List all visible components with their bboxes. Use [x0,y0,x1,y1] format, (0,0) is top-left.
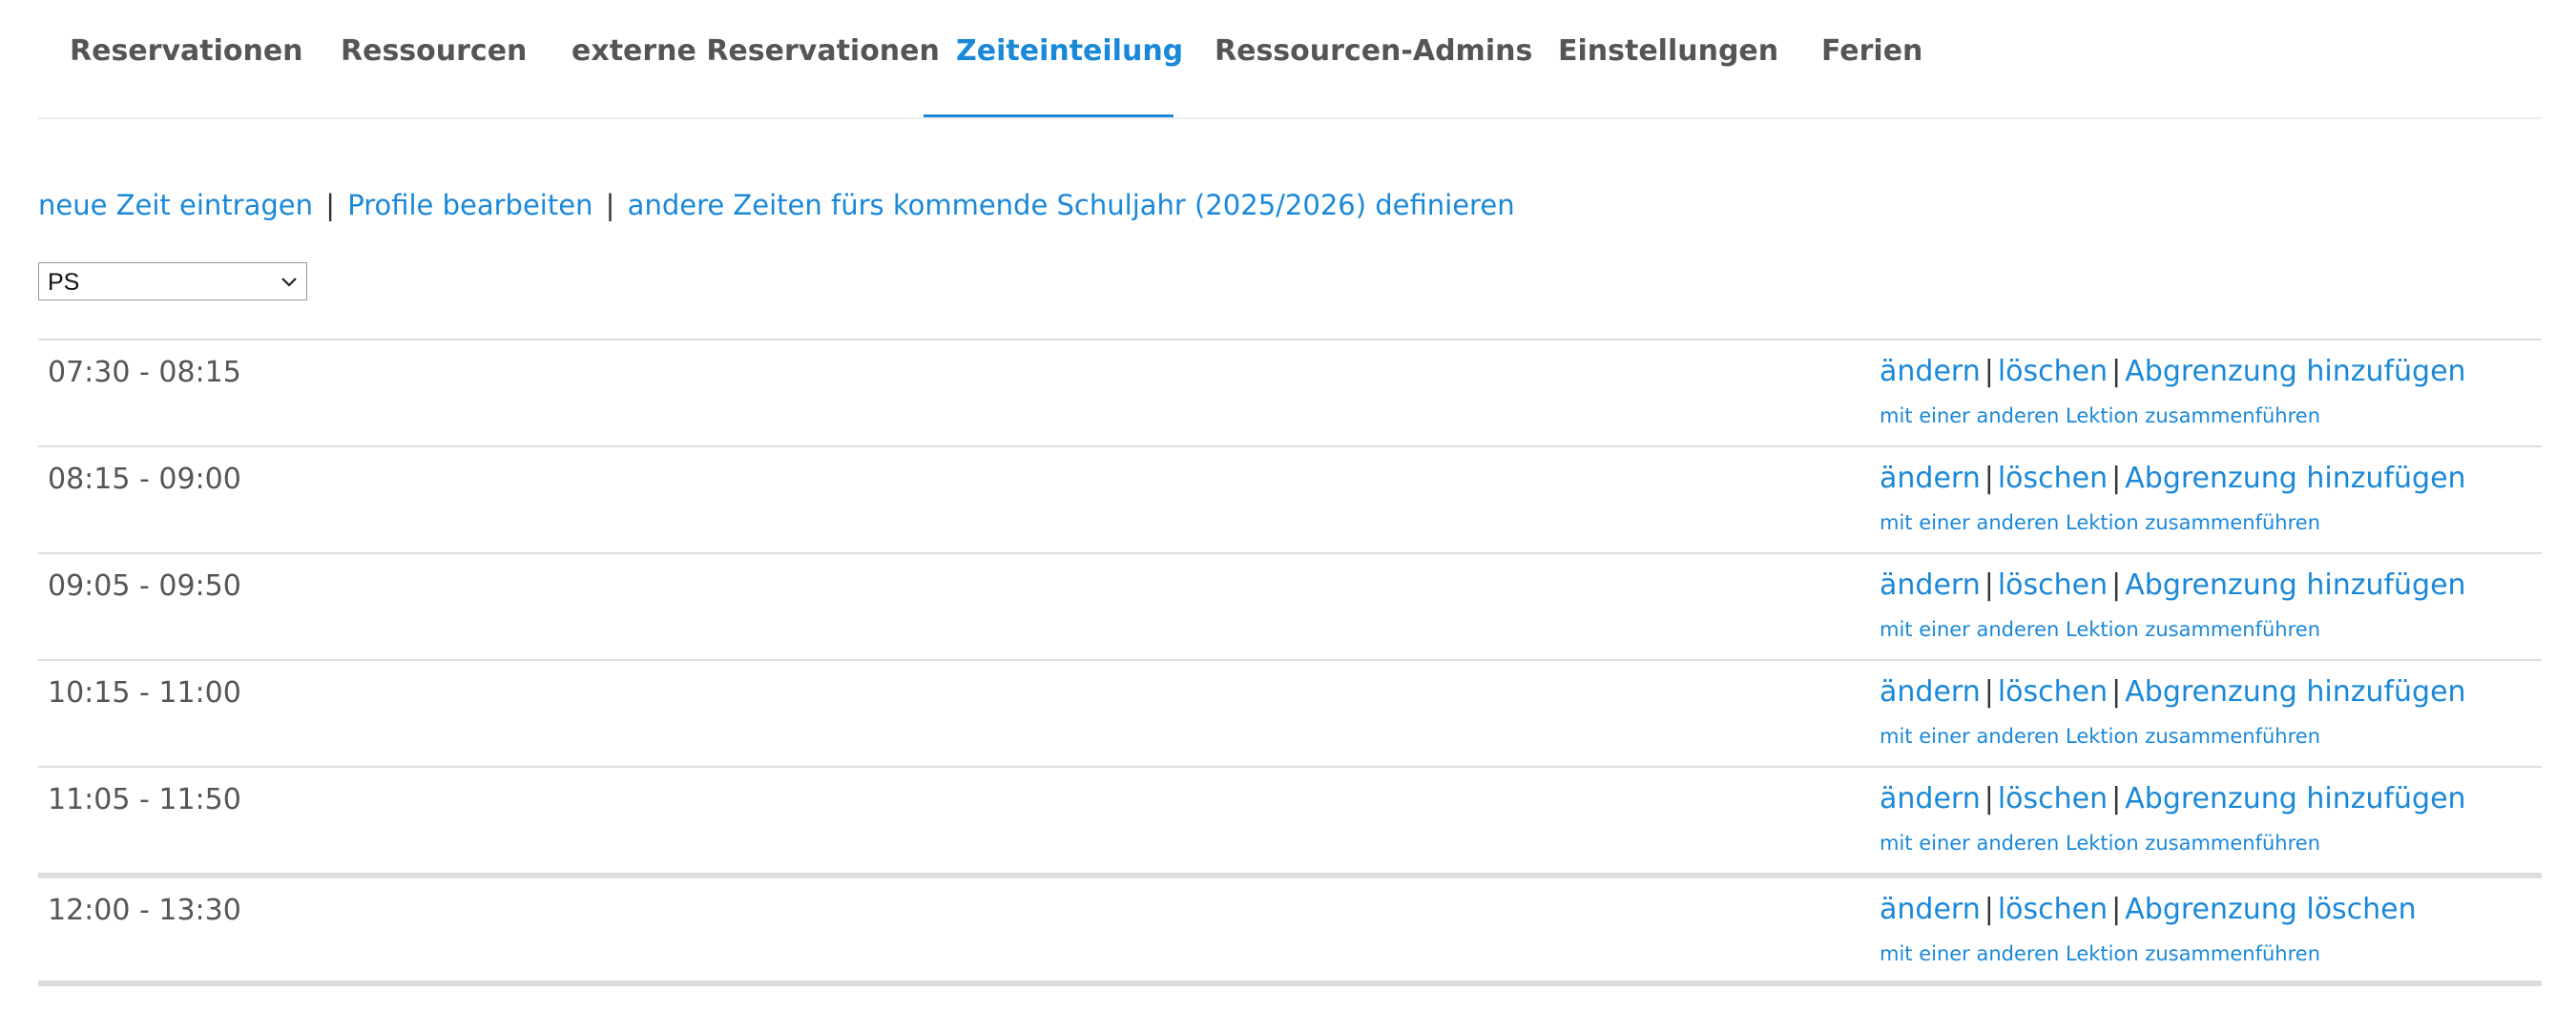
time-slot-row: 09:05 - 09:50 ändern | löschen | Abgrenzung … [38,552,2542,659]
tab-zeiteinteilung[interactable]: Zeiteinteilung [956,34,1183,68]
tab-externe-reservationen[interactable]: externe Reservationen [571,34,940,68]
row-actions: ändern | löschen | Abgrenzung hinzufügen [1880,355,2466,388]
separator: | [1984,893,1994,926]
time-slot-range: 12:00 - 13:30 [48,894,241,927]
row-actions: ändern | löschen | Abgrenzung hinzufügen [1880,462,2466,495]
merge-lesson-link[interactable]: mit einer anderen Lektion zusammenführen [1880,511,2320,534]
separator: | [1984,675,1994,709]
time-slot-range: 07:30 - 08:15 [48,356,241,389]
boundary-link[interactable]: Abgrenzung hinzufügen [2125,355,2465,388]
time-slot-range: 11:05 - 11:50 [48,783,241,816]
delete-link[interactable]: löschen [1998,893,2108,926]
separator: | [1984,782,1994,815]
boundary-delete-link[interactable]: Abgrenzung löschen [2125,893,2416,926]
tab-einstellungen[interactable]: Einstellungen [1558,34,1778,68]
active-tab-indicator [924,114,1174,117]
separator: | [2111,893,2122,926]
edit-link[interactable]: ändern [1880,893,1981,926]
profile-select-value: PS [48,269,80,296]
profile-select[interactable]: PS [38,262,307,300]
separator: | [2111,355,2122,388]
time-slot-range: 09:05 - 09:50 [48,569,241,603]
delete-link[interactable]: löschen [1998,355,2108,388]
merge-lesson-link[interactable]: mit einer anderen Lektion zusammenführen [1880,404,2320,427]
row-actions: ändern | löschen | Abgrenzung hinzufügen [1880,568,2466,602]
separator: | [605,189,615,221]
separator: | [2111,675,2122,709]
separator: | [2111,462,2122,495]
merge-lesson-link[interactable]: mit einer anderen Lektion zusammenführen [1880,832,2320,855]
delete-link[interactable]: löschen [1998,462,2108,495]
delete-link[interactable]: löschen [1998,568,2108,602]
separator: | [2111,782,2122,815]
time-slot-list: 07:30 - 08:15 ändern | löschen | Abgrenzung … [38,339,2542,986]
row-actions: ändern | löschen | Abgrenzung löschen [1880,893,2417,926]
time-slot-row: 11:05 - 11:50 ändern | löschen | Abgrenzung … [38,766,2542,873]
merge-lesson-link[interactable]: mit einer anderen Lektion zusammenführen [1880,942,2320,965]
delete-link[interactable]: löschen [1998,675,2108,709]
separator: | [2111,568,2122,602]
next-school-year-link[interactable]: andere Zeiten fürs kommende Schuljahr (2… [628,189,1515,221]
boundary-link[interactable]: Abgrenzung hinzufügen [2125,568,2465,602]
tab-ressourcen[interactable]: Ressourcen [341,34,527,68]
row-actions: ändern | löschen | Abgrenzung hinzufügen [1880,675,2466,709]
merge-lesson-link[interactable]: mit einer anderen Lektion zusammenführen [1880,725,2320,748]
chevron-down-icon [281,278,297,287]
time-slot-range: 08:15 - 09:00 [48,463,241,496]
tab-ferien[interactable]: Ferien [1821,34,1922,68]
time-slot-row: 10:15 - 11:00 ändern | löschen | Abgrenzung … [38,659,2542,766]
row-actions: ändern | löschen | Abgrenzung hinzufügen [1880,782,2466,815]
edit-link[interactable]: ändern [1880,462,1981,495]
edit-link[interactable]: ändern [1880,675,1981,709]
tab-reservationen[interactable]: Reservationen [70,34,303,68]
separator: | [325,189,335,221]
delete-link[interactable]: löschen [1998,782,2108,815]
separator: | [1984,568,1994,602]
edit-link[interactable]: ändern [1880,782,1981,815]
separator: | [1984,462,1994,495]
time-slot-row: 12:00 - 13:30 ändern | löschen | Abgrenzung … [38,873,2542,986]
merge-lesson-link[interactable]: mit einer anderen Lektion zusammenführen [1880,618,2320,641]
action-links: neue Zeit eintragen | Profile bearbeiten… [38,189,1515,221]
separator: | [1984,355,1994,388]
boundary-link[interactable]: Abgrenzung hinzufügen [2125,462,2465,495]
edit-link[interactable]: ändern [1880,355,1981,388]
boundary-link[interactable]: Abgrenzung hinzufügen [2125,675,2465,709]
page: Reservationen Ressourcen externe Reserva… [38,0,2542,986]
time-slot-row: 08:15 - 09:00 ändern | löschen | Abgrenzung … [38,445,2542,552]
boundary-link[interactable]: Abgrenzung hinzufügen [2125,782,2465,815]
time-slot-row: 07:30 - 08:15 ändern | löschen | Abgrenzung … [38,339,2542,445]
edit-link[interactable]: ändern [1880,568,1981,602]
tab-ressourcen-admins[interactable]: Ressourcen-Admins [1215,34,1532,68]
new-time-link[interactable]: neue Zeit eintragen [38,189,313,221]
time-slot-range: 10:15 - 11:00 [48,676,241,710]
edit-profiles-link[interactable]: Profile bearbeiten [347,189,592,221]
tab-bar: Reservationen Ressourcen externe Reserva… [38,0,2542,119]
